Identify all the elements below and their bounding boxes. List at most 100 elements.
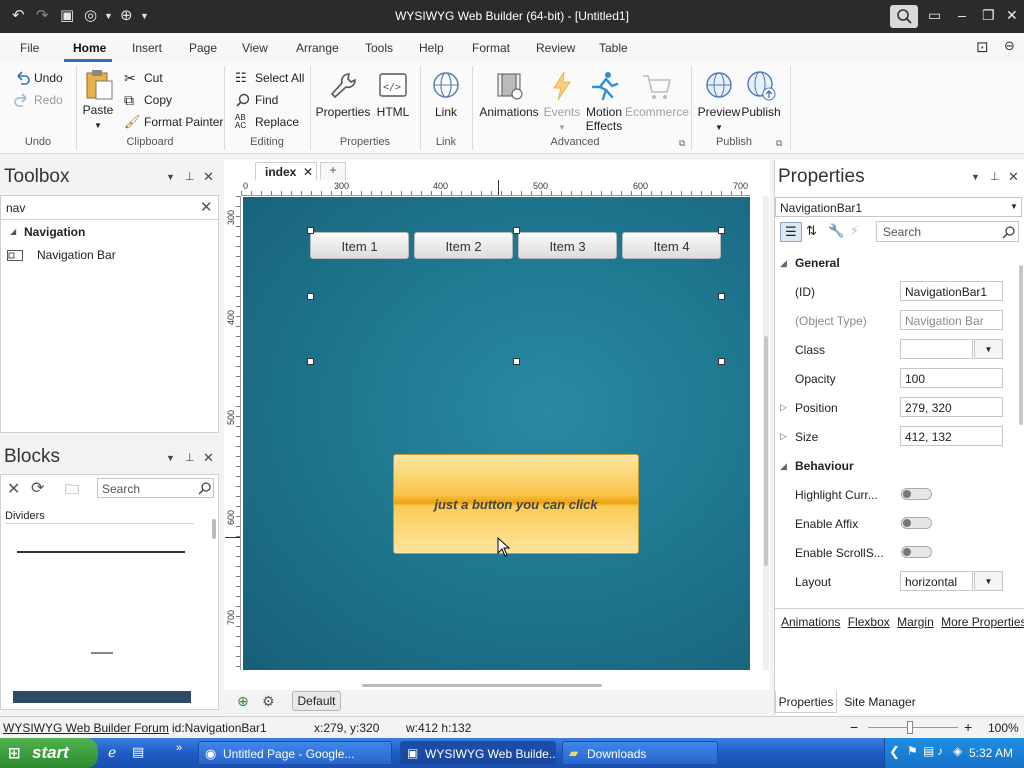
replace-button[interactable]: AB AC Replace xyxy=(235,114,299,130)
quicklaunch-more-icon[interactable]: » xyxy=(176,742,182,754)
properties-search-input[interactable]: Search xyxy=(883,225,921,239)
prop-position-field[interactable]: 279, 320 xyxy=(900,397,1003,417)
resize-handle-bottom-center[interactable] xyxy=(513,358,520,365)
canvas-vertical-scrollbar[interactable] xyxy=(763,196,769,670)
blocks-delete-icon[interactable]: ✕ xyxy=(7,479,20,499)
resize-handle-bottom-left[interactable] xyxy=(307,358,314,365)
tray-security-icon[interactable]: ◈ xyxy=(953,744,962,758)
object-selector[interactable]: NavigationBar1 ▼ xyxy=(775,197,1022,217)
link-margin[interactable]: Margin xyxy=(897,615,934,629)
properties-search-box[interactable]: Search xyxy=(876,221,1019,242)
zoom-slider[interactable] xyxy=(868,727,958,728)
taskbar-item-wysiwyg[interactable]: ▣ WYSIWYG Web Builde... xyxy=(400,741,556,765)
link-flexbox[interactable]: Flexbox xyxy=(848,615,890,629)
menu-tools[interactable]: Tools xyxy=(365,41,393,55)
toolbox-item-navigation-bar[interactable]: Navigation Bar xyxy=(7,248,116,262)
tray-network-icon[interactable]: ⚑ xyxy=(907,744,918,758)
resize-handle-top-right[interactable] xyxy=(718,227,725,234)
toolbox-search-box[interactable]: nav ✕ xyxy=(1,196,218,220)
html-button[interactable]: </> HTML xyxy=(365,70,421,119)
zoom-in-icon[interactable]: + xyxy=(964,719,972,735)
category-general[interactable]: General xyxy=(795,256,840,270)
menu-review[interactable]: Review xyxy=(536,41,575,55)
tab-properties[interactable]: Properties xyxy=(775,691,837,713)
toolbox-pin-icon[interactable]: ⊥ xyxy=(185,170,195,183)
properties-pin-icon[interactable]: ⊥ xyxy=(990,170,1000,183)
restore-icon[interactable]: ❐ xyxy=(982,7,995,24)
properties-scrollbar[interactable] xyxy=(1019,265,1023,425)
add-layer-icon[interactable]: ⊕ xyxy=(237,693,249,710)
layer-settings-icon[interactable]: ⚙ xyxy=(262,693,275,710)
undo-button[interactable]: Undo xyxy=(14,70,63,86)
tray-volume-icon[interactable]: ♪ xyxy=(937,744,943,758)
resize-handle-top-left[interactable] xyxy=(307,227,314,234)
taskbar-item-chrome[interactable]: ◉ Untitled Page - Google... xyxy=(198,741,392,765)
divider-block-dot[interactable] xyxy=(91,652,113,654)
canvas-cta-button[interactable]: just a button you can click xyxy=(393,454,639,554)
collapse-category-icon[interactable]: ◢ xyxy=(10,227,16,236)
layout-icon[interactable]: ⊡ xyxy=(976,38,989,56)
enable-affix-toggle[interactable] xyxy=(901,517,932,529)
toolbox-close-icon[interactable]: ✕ xyxy=(203,169,214,185)
properties-button[interactable]: Properties xyxy=(315,70,371,119)
collapse-ribbon-icon[interactable]: ⊖ xyxy=(1004,38,1015,54)
desktop-quicklaunch-icon[interactable]: ▤ xyxy=(132,744,144,760)
blocks-search-box[interactable]: Search xyxy=(97,478,214,498)
sort-alpha-icon[interactable]: ⇅ xyxy=(806,223,817,239)
format-painter-button[interactable]: 🖌 Format Painter xyxy=(124,114,223,130)
prop-size-field[interactable]: 412, 132 xyxy=(900,426,1003,446)
nav-item-2[interactable]: Item 2 xyxy=(414,232,513,259)
nav-item-1[interactable]: Item 1 xyxy=(310,232,409,259)
blocks-menu-icon[interactable]: ▼ xyxy=(166,453,175,463)
category-behaviour[interactable]: Behaviour xyxy=(795,459,854,473)
menu-home[interactable]: Home xyxy=(73,41,106,55)
taskbar-item-downloads[interactable]: ▰ Downloads xyxy=(562,741,718,765)
layout-dropdown-chevron-icon[interactable]: ▼ xyxy=(974,571,1003,591)
minimize-icon[interactable]: – xyxy=(958,7,966,23)
menu-insert[interactable]: Insert xyxy=(132,41,162,55)
paste-button[interactable]: Paste ▼ xyxy=(70,68,126,131)
close-icon[interactable]: ✕ xyxy=(1006,7,1018,24)
menu-view[interactable]: View xyxy=(242,41,268,55)
blocks-scrollbar[interactable] xyxy=(212,519,216,539)
redo-button[interactable]: Redo xyxy=(14,92,63,108)
divider-block-line[interactable] xyxy=(17,551,185,553)
prop-layout-field[interactable]: horizontal xyxy=(900,571,973,591)
tab-index[interactable]: index ✕ xyxy=(255,162,317,180)
ribbon-display-icon[interactable]: ▭ xyxy=(928,7,941,24)
resize-handle-middle-right[interactable] xyxy=(718,293,725,300)
collapse-general-icon[interactable]: ◢ xyxy=(780,258,787,269)
zoom-out-icon[interactable]: − xyxy=(850,719,858,735)
clear-search-icon[interactable]: ✕ xyxy=(200,198,213,216)
menu-format[interactable]: Format xyxy=(472,41,510,55)
publish-dialog-launcher-icon[interactable]: ⧉ xyxy=(776,138,782,149)
copy-button[interactable]: ⧉ Copy xyxy=(124,92,172,108)
resize-handle-bottom-right[interactable] xyxy=(718,358,725,365)
title-search-button[interactable] xyxy=(890,5,918,28)
blocks-pin-icon[interactable]: ⊥ xyxy=(185,451,195,464)
select-all-button[interactable]: ☷ Select All xyxy=(235,70,304,86)
blocks-search-input[interactable]: Search xyxy=(102,482,140,496)
menu-page[interactable]: Page xyxy=(189,41,217,55)
tray-expand-icon[interactable]: ❮ xyxy=(889,744,900,760)
cut-button[interactable]: ✂ Cut xyxy=(124,70,163,86)
publish-button[interactable]: Publish xyxy=(733,70,789,119)
menu-arrange[interactable]: Arrange xyxy=(296,41,339,55)
blocks-folder-icon[interactable]: 🗀 xyxy=(65,479,79,503)
expand-position-icon[interactable]: ▷ xyxy=(780,402,787,413)
events-lightning-icon[interactable]: ⚡ xyxy=(850,223,859,239)
default-layer-button[interactable]: Default xyxy=(292,691,341,711)
menu-table[interactable]: Table xyxy=(599,41,628,55)
ecommerce-button[interactable]: Ecommerce xyxy=(624,70,690,119)
collapse-behaviour-icon[interactable]: ◢ xyxy=(780,461,787,472)
find-button[interactable]: Find xyxy=(235,92,278,108)
tray-display-icon[interactable]: ▤ xyxy=(923,744,934,758)
toolbox-search-input[interactable]: nav xyxy=(6,201,25,215)
toolbox-menu-icon[interactable]: ▼ xyxy=(166,172,175,182)
properties-menu-icon[interactable]: ▼ xyxy=(971,172,980,182)
blocks-close-icon[interactable]: ✕ xyxy=(203,450,214,466)
nav-item-4[interactable]: Item 4 xyxy=(622,232,721,259)
link-more-properties[interactable]: More Properties xyxy=(941,615,1024,629)
toolbox-category-navigation[interactable]: Navigation xyxy=(24,225,85,239)
divider-block-bar[interactable] xyxy=(13,691,191,703)
